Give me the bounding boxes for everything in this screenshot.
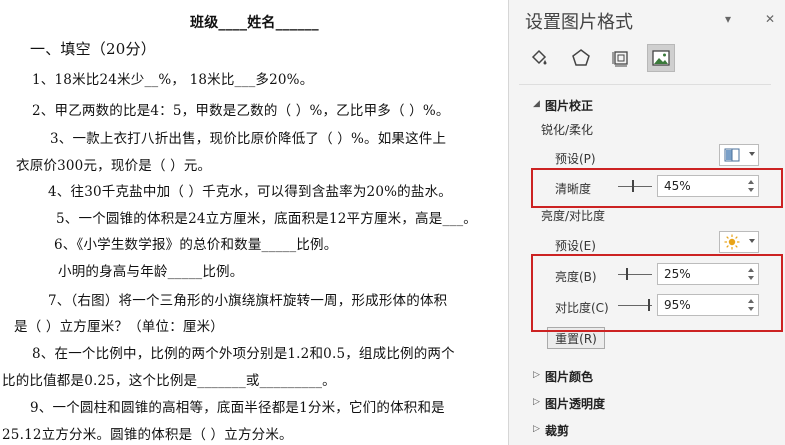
preset-label: 预设(P) xyxy=(555,152,596,166)
sharpen-preset-button[interactable] xyxy=(719,144,759,166)
doc-line-9: 7、（右图）将一个三角形的小旗绕旗杆旋转一周，形成形体的体积 xyxy=(48,293,448,309)
tab-size-properties[interactable] xyxy=(607,44,635,72)
collapsed-arrow-icon[interactable]: ▷ xyxy=(533,424,540,434)
doc-line-14: 25.12立方分米。圆锥的体积是（ ）立方分米。 xyxy=(2,427,293,443)
doc-line-11: 8、在一个比例中，比例的两个外项分别是1.2和0.5，组成比例的两个 xyxy=(32,346,455,362)
section-crop[interactable]: 裁剪 xyxy=(545,422,569,439)
pane-separator xyxy=(519,84,771,85)
doc-line-6: 5、一个圆锥的体积是24立方厘米，底面积是12平方厘米，高是___。 xyxy=(56,211,477,227)
doc-line-12: 比的比值都是0.25，这个比例是_______或_________。 xyxy=(2,373,336,389)
brightness-contrast-heading: 亮度/对比度 xyxy=(541,209,606,223)
section-picture-color[interactable]: 图片颜色 xyxy=(545,368,593,385)
collapsed-arrow-icon[interactable]: ▷ xyxy=(533,370,540,380)
close-icon[interactable]: ✕ xyxy=(765,12,775,26)
sun-icon xyxy=(724,234,740,250)
doc-line-13: 9、一个圆柱和圆锥的高相等，底面半径都是1分米，它们的体积和是 xyxy=(30,400,445,416)
paint-bucket-icon xyxy=(531,49,547,65)
pane-options-dropdown[interactable]: ▾ xyxy=(725,12,731,26)
doc-title: 班级____姓名______ xyxy=(190,15,319,31)
collapsed-arrow-icon[interactable]: ▷ xyxy=(533,397,540,407)
doc-line-10: 是（ ）立方厘米？（单位：厘米） xyxy=(14,319,224,335)
tab-picture[interactable] xyxy=(647,44,675,72)
section-heading: 一、填空（20分） xyxy=(30,40,156,58)
document-page[interactable]: 班级____姓名______ 一、填空（20分） 1、18米比24米少__%， … xyxy=(0,0,508,445)
tab-effects[interactable] xyxy=(567,44,595,72)
highlight-box-brightness-contrast xyxy=(531,254,783,332)
doc-line-5: 4、往30千克盐中加（ ）千克水，可以得到含盐率为20%的盐水。 xyxy=(48,184,452,200)
sharpen-preset-icon xyxy=(724,148,740,162)
highlight-box-sharpness xyxy=(531,168,783,208)
doc-line-7: 6、《小学生数学报》的总价和数量_____比例。 xyxy=(54,237,338,253)
sharpen-soften-heading: 锐化/柔化 xyxy=(541,123,594,137)
doc-line-3: 3、一款上衣打八折出售，现价比原价降低了（ ）%。如果这件上 xyxy=(50,131,447,147)
picture-icon xyxy=(652,50,670,66)
section-picture-transparency[interactable]: 图片透明度 xyxy=(545,395,605,412)
format-picture-pane: 设置图片格式 ▾ ✕ ◢ 图片校正 锐化/柔化 预设(P) 清晰度 45% 亮度… xyxy=(508,0,785,445)
doc-line-2: 2、甲乙两数的比是4：5，甲数是乙数的（ ）%，乙比甲多（ ）%。 xyxy=(32,103,450,119)
doc-line-1: 1、18米比24米少__%， 18米比___多20%。 xyxy=(32,72,314,88)
doc-line-8: 小明的身高与年龄_____比例。 xyxy=(58,264,244,280)
doc-line-4: 衣原价300元，现价是（ ）元。 xyxy=(16,158,212,174)
brightness-preset-button[interactable] xyxy=(719,231,759,253)
expanded-arrow-icon[interactable]: ◢ xyxy=(533,99,540,109)
section-picture-correction[interactable]: 图片校正 xyxy=(545,97,593,114)
pentagon-icon xyxy=(572,49,590,66)
pane-title: 设置图片格式 xyxy=(525,12,633,33)
tab-fill-line[interactable] xyxy=(525,44,553,72)
size-properties-icon xyxy=(612,51,628,67)
preset-label: 预设(E) xyxy=(555,239,596,253)
